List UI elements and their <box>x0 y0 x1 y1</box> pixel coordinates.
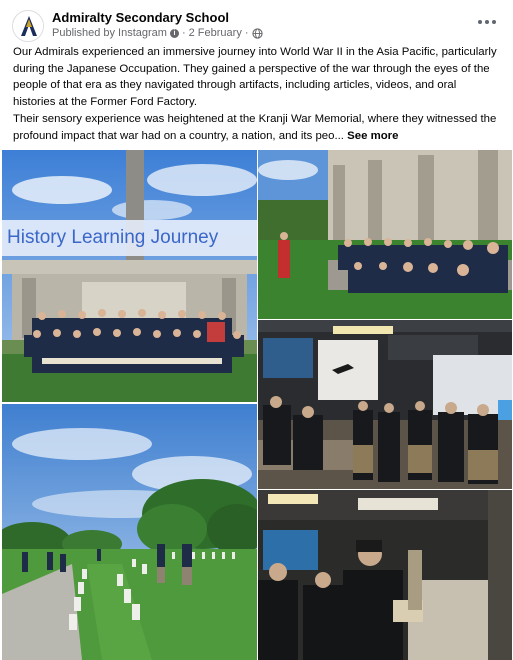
published-by: Published by Instagram <box>52 27 167 39</box>
photo-students-seated[interactable] <box>258 150 512 319</box>
meta-separator: · <box>244 27 249 39</box>
post-text-truncated: Their sensory experience was heightened … <box>13 113 497 142</box>
photo-group-memorial[interactable]: History Learning Journey <box>2 150 257 402</box>
facebook-post: Admiralty Secondary School Published by … <box>0 0 513 660</box>
page-name[interactable]: Admiralty Secondary School <box>52 10 229 25</box>
post-text-paragraph-2: Their sensory experience was heightened … <box>13 111 501 144</box>
post-date[interactable]: 2 February <box>189 27 242 39</box>
meta-separator: · <box>181 27 186 39</box>
post-text-paragraph-1: Our Admirals experienced an immersive jo… <box>13 46 497 108</box>
photo-banner-title: History Learning Journey <box>2 220 257 256</box>
see-more-link[interactable]: See more <box>347 130 398 142</box>
globe-icon <box>251 27 263 39</box>
more-options-icon[interactable] <box>475 10 499 34</box>
photo-students-display[interactable] <box>258 490 512 660</box>
photo-war-cemetery[interactable] <box>2 404 257 660</box>
post-meta: Published by Instagram i · 2 February · <box>52 27 263 39</box>
info-icon[interactable]: i <box>169 28 179 38</box>
photo-museum-exhibits[interactable] <box>258 320 512 489</box>
school-logo-icon[interactable] <box>12 10 44 42</box>
